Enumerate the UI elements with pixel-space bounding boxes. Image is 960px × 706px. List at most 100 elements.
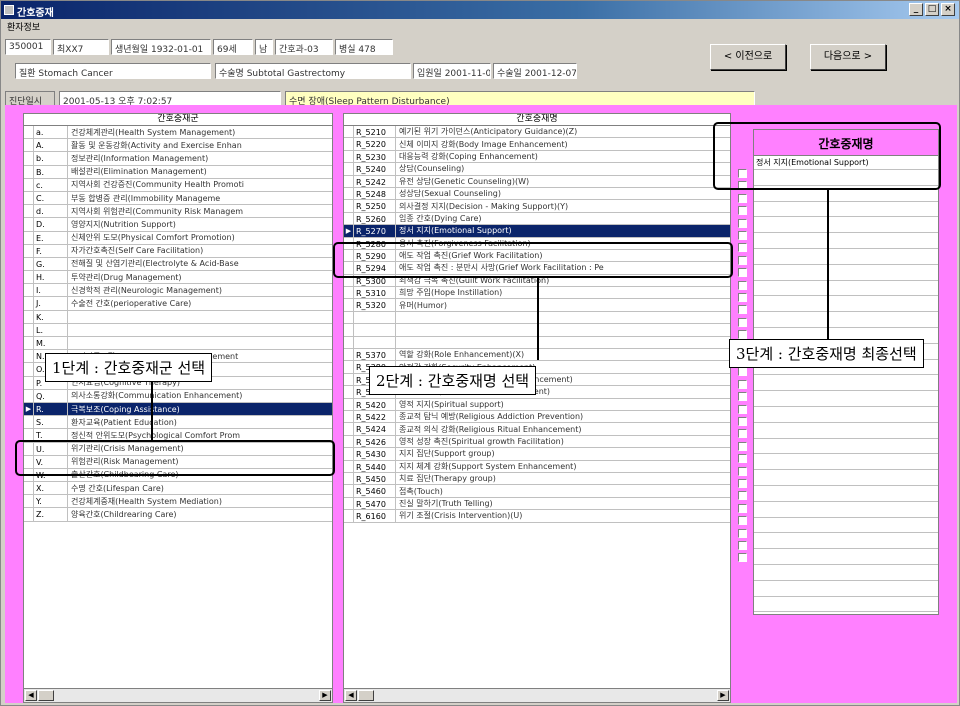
- row-selector[interactable]: [24, 482, 34, 495]
- row-selector[interactable]: [344, 187, 354, 200]
- row-selector[interactable]: [24, 337, 34, 350]
- list-item[interactable]: R_5430 지지 집단(Support group): [344, 448, 730, 461]
- row-selector[interactable]: [344, 299, 354, 311]
- list-item[interactable]: R_5240 상담(Counseling): [344, 163, 730, 176]
- select-checkbox[interactable]: [738, 231, 747, 240]
- select-checkbox[interactable]: [738, 404, 747, 414]
- row-selector[interactable]: [344, 150, 354, 163]
- row-selector[interactable]: [344, 510, 354, 522]
- row-selector[interactable]: [24, 508, 34, 521]
- select-checkbox[interactable]: [738, 243, 747, 253]
- select-checkbox[interactable]: [738, 429, 747, 439]
- list-item[interactable]: M.: [24, 337, 332, 351]
- scroll-thumb[interactable]: [358, 690, 374, 701]
- select-checkbox[interactable]: [738, 417, 747, 426]
- list-item[interactable]: Y. 건강체계중재(Health System Mediation): [24, 495, 332, 509]
- list-item[interactable]: A. 활동 및 운동강화(Activity and Exercise Enhan: [24, 139, 332, 153]
- row-selector[interactable]: [24, 152, 34, 165]
- row-selector[interactable]: [24, 257, 34, 271]
- list-item[interactable]: ▶ R_5270 정서 지지(Emotional Support): [344, 225, 730, 238]
- select-checkbox[interactable]: [738, 466, 747, 476]
- select-checkbox[interactable]: [738, 479, 747, 488]
- row-selector[interactable]: [344, 410, 354, 423]
- row-selector[interactable]: [344, 287, 354, 299]
- row-selector[interactable]: [24, 244, 34, 257]
- list-item[interactable]: c. 지역사회 건강증진(Community Health Promoti: [24, 178, 332, 192]
- list-item[interactable]: R_5230 대응능력 강화(Coping Enhancement): [344, 150, 730, 164]
- panel1-hscrollbar[interactable]: ◀ ▶: [24, 688, 332, 702]
- row-pointer-icon[interactable]: ▶: [344, 225, 354, 237]
- row-selector[interactable]: [344, 423, 354, 435]
- row-selector[interactable]: [24, 495, 34, 508]
- list-item[interactable]: R_5210 예기된 위기 가이던스(Anticipatory Guidance)…: [344, 126, 730, 139]
- row-selector[interactable]: [24, 284, 34, 297]
- row-selector[interactable]: [24, 126, 34, 139]
- scroll-right-icon[interactable]: ▶: [717, 690, 729, 701]
- select-checkbox[interactable]: [738, 305, 747, 315]
- list-item[interactable]: K.: [24, 310, 332, 324]
- list-item[interactable]: R_5248 성상담(Sexual Counseling): [344, 187, 730, 201]
- select-checkbox[interactable]: [738, 268, 747, 278]
- list-item[interactable]: B. 배설관리(Elimination Management): [24, 165, 332, 179]
- select-checkbox[interactable]: [738, 491, 747, 501]
- select-checkbox[interactable]: [738, 379, 747, 389]
- row-selector[interactable]: [344, 336, 354, 349]
- list-item[interactable]: R_5242 유전 상담(Genetic Counseling)(W): [344, 175, 730, 188]
- row-selector[interactable]: [344, 126, 354, 138]
- list-item[interactable]: F. 자가간호촉진(Self Care Facilitation): [24, 244, 332, 258]
- list-item[interactable]: Z. 양육간호(Childrearing Care): [24, 508, 332, 522]
- row-selector[interactable]: [24, 416, 34, 429]
- row-selector[interactable]: [344, 349, 354, 361]
- row-selector[interactable]: [24, 350, 34, 363]
- next-button[interactable]: 다음으로 >: [810, 44, 886, 70]
- list-item[interactable]: R_5220 신체 이미지 강화(Body Image Enhancement): [344, 138, 730, 151]
- list-item[interactable]: D. 영양지지(Nutrition Support): [24, 218, 332, 232]
- list-item[interactable]: S. 환자교육(Patient Education): [24, 416, 332, 430]
- row-selector[interactable]: [344, 212, 354, 225]
- scroll-thumb[interactable]: [38, 690, 54, 701]
- list-item[interactable]: R_5426 영적 성장 촉진(Spiritual growth Facilita…: [344, 435, 730, 449]
- row-selector[interactable]: [344, 311, 354, 324]
- list-item[interactable]: R_5470 진실 말하기(Truth Telling): [344, 497, 730, 511]
- list-item[interactable]: C. 부동 합병증 관리(Immobility Manageme: [24, 191, 332, 206]
- list-item[interactable]: X. 수명 간호(Lifespan Care): [24, 482, 332, 496]
- select-checkbox[interactable]: [738, 255, 747, 265]
- row-selector[interactable]: [344, 485, 354, 497]
- row-pointer-icon[interactable]: ▶: [24, 402, 34, 416]
- row-selector[interactable]: [344, 175, 354, 187]
- list-item[interactable]: H. 투약관리(Drug Management): [24, 271, 332, 285]
- list-item[interactable]: R_6160 위기 조절(Crisis Intervention)(U): [344, 510, 730, 523]
- select-checkbox[interactable]: [738, 293, 747, 302]
- row-selector[interactable]: [24, 205, 34, 218]
- select-checkbox[interactable]: [738, 541, 747, 550]
- list-item[interactable]: I. 신경학적 관리(Neurologic Management): [24, 284, 332, 298]
- list-item[interactable]: a. 건강체계관리(Health System Management): [24, 126, 332, 140]
- row-selector[interactable]: [24, 271, 34, 284]
- select-checkbox[interactable]: [738, 392, 747, 402]
- select-checkbox[interactable]: [738, 317, 747, 327]
- list-item[interactable]: Q. 의사소통강화(Communication Enhancement): [24, 389, 332, 403]
- select-checkbox[interactable]: [738, 516, 747, 526]
- list-item[interactable]: R_5250 의사결정 지지(Decision - Making Support)…: [344, 200, 730, 213]
- list-item[interactable]: J. 수술전 간호(perioperative Care): [24, 297, 332, 311]
- select-checkbox[interactable]: [738, 206, 747, 216]
- row-selector[interactable]: [344, 324, 354, 336]
- row-selector[interactable]: [344, 163, 354, 175]
- list-item[interactable]: R_5260 임종 간호(Dying Care): [344, 212, 730, 226]
- close-button[interactable]: ×: [941, 3, 955, 16]
- row-selector[interactable]: [24, 178, 34, 191]
- list-item[interactable]: G. 전해질 및 산염기관리(Electrolyte & Acid-Base: [24, 257, 332, 272]
- maximize-button[interactable]: □: [925, 3, 939, 16]
- row-selector[interactable]: [344, 435, 354, 448]
- select-checkbox[interactable]: [738, 280, 747, 290]
- row-selector[interactable]: [24, 363, 34, 376]
- list-item[interactable]: b. 정보관리(Information Management): [24, 152, 332, 166]
- list-item[interactable]: R_5450 치료 집단(Therapy group): [344, 472, 730, 486]
- row-selector[interactable]: [344, 138, 354, 150]
- list-item[interactable]: L.: [24, 323, 332, 337]
- scroll-left-icon[interactable]: ◀: [345, 690, 357, 701]
- list-item[interactable]: ▶ R. 극복보조(Coping Assistance): [24, 402, 332, 417]
- scroll-right-icon[interactable]: ▶: [319, 690, 331, 701]
- row-selector[interactable]: [344, 386, 354, 398]
- row-selector[interactable]: [24, 376, 34, 389]
